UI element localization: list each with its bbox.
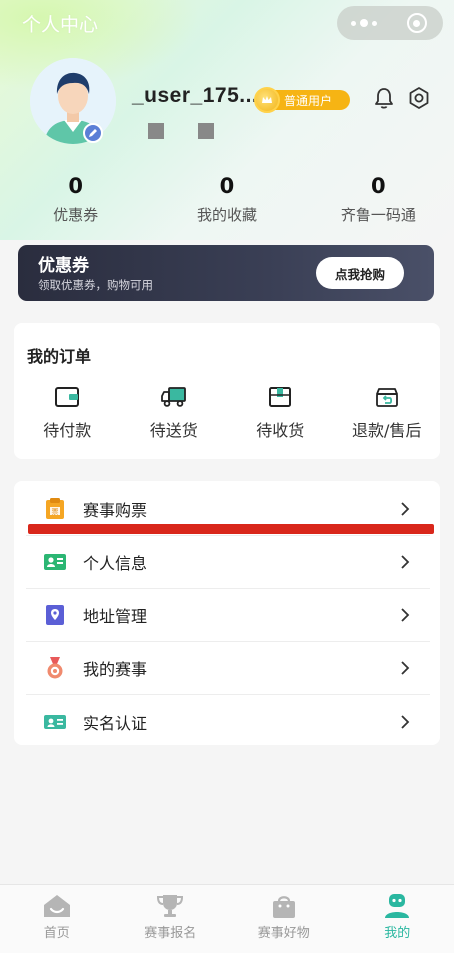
stat-label: 齐鲁一码通 xyxy=(340,206,416,224)
wallet-icon xyxy=(55,387,80,407)
highlight-annotation-line xyxy=(28,524,434,534)
miniprogram-capsule xyxy=(337,6,443,40)
coupon-title: 优惠券 xyxy=(38,256,89,276)
verify-card-icon xyxy=(43,710,67,734)
chevron-right-icon xyxy=(401,661,410,675)
tab-bar: 首页 赛事报名 赛事好物 我的 xyxy=(0,884,454,953)
orders-card: 我的订单 待付款 待送货 待收货 退款/售后 xyxy=(14,323,440,459)
more-icon[interactable] xyxy=(337,19,390,27)
member-level-label: 普通用户 xyxy=(272,90,350,110)
tab-label: 我的 xyxy=(384,926,411,941)
stat-value: 0 xyxy=(371,174,386,198)
stats-row: 0 优惠券 0 我的收藏 0 齐鲁一码通 xyxy=(0,172,454,232)
order-status-list: 待付款 待送货 待收货 退款/售后 xyxy=(14,385,440,441)
id-card-icon xyxy=(43,550,67,574)
stat-label: 优惠券 xyxy=(53,206,99,224)
menu-item-my-events[interactable]: 我的赛事 xyxy=(26,642,430,695)
chevron-right-icon xyxy=(401,714,410,729)
menu-item-address[interactable]: 地址管理 xyxy=(26,589,430,642)
truck-icon xyxy=(160,387,186,407)
stat-value: 0 xyxy=(68,174,83,198)
stat-label: 我的收藏 xyxy=(196,206,257,224)
stat-qilu-code[interactable]: 0 齐鲁一码通 xyxy=(303,172,454,232)
order-status-label: 待送货 xyxy=(149,421,198,440)
tab-event-goods[interactable]: 赛事好物 xyxy=(227,885,341,953)
stat-coupons[interactable]: 0 优惠券 xyxy=(0,172,151,232)
menu-item-personal-info[interactable]: 个人信息 xyxy=(26,536,430,589)
order-pending-delivery[interactable]: 待送货 xyxy=(121,385,228,441)
user-icon xyxy=(385,894,410,918)
member-level-badge: 普通用户 xyxy=(254,87,350,113)
order-status-label: 待付款 xyxy=(43,421,92,440)
order-pending-receipt[interactable]: 待收货 xyxy=(227,385,334,441)
tab-home[interactable]: 首页 xyxy=(0,885,114,953)
edit-avatar-icon[interactable] xyxy=(83,123,103,143)
refund-icon xyxy=(375,388,398,407)
shopping-bag-icon xyxy=(272,896,295,918)
tab-event-signup[interactable]: 赛事报名 xyxy=(114,885,228,953)
tab-mine[interactable]: 我的 xyxy=(341,885,454,953)
trophy-icon xyxy=(157,895,184,917)
crown-icon xyxy=(254,87,280,113)
bell-icon[interactable] xyxy=(373,86,395,110)
menu-item-label: 地址管理 xyxy=(83,607,148,626)
svg-text:票: 票 xyxy=(52,508,59,516)
stat-value: 0 xyxy=(219,174,235,198)
chevron-right-icon xyxy=(401,502,410,516)
page-title: 个人中心 xyxy=(22,14,99,36)
menu-list: 票 赛事购票 个人信息 地址管理 我的赛事 实名认证 xyxy=(14,481,440,745)
avatar[interactable] xyxy=(30,58,116,144)
username: _user_175... xyxy=(132,84,259,107)
coupon-banner[interactable]: 优惠券 领取优惠券，购物可用 点我抢购 xyxy=(18,245,434,301)
close-icon[interactable] xyxy=(390,13,443,33)
tab-label: 首页 xyxy=(43,926,70,941)
gear-icon[interactable] xyxy=(407,86,431,110)
orders-title: 我的订单 xyxy=(27,347,92,366)
menu-item-real-name-verify[interactable]: 实名认证 xyxy=(26,695,430,748)
grab-coupon-button[interactable]: 点我抢购 xyxy=(316,257,404,289)
menu-item-label: 我的赛事 xyxy=(83,660,148,679)
order-pending-payment[interactable]: 待付款 xyxy=(14,385,121,441)
location-icon xyxy=(43,603,67,627)
menu-item-label: 实名认证 xyxy=(83,713,148,733)
package-icon xyxy=(269,387,292,407)
coupon-subtitle: 领取优惠券，购物可用 xyxy=(38,278,153,292)
tab-label: 赛事好物 xyxy=(257,926,310,941)
menu-item-label: 个人信息 xyxy=(83,554,148,573)
chevron-right-icon xyxy=(401,608,410,622)
menu-item-label: 赛事购票 xyxy=(83,501,148,520)
tab-label: 赛事报名 xyxy=(144,926,197,941)
order-status-label: 退款/售后 xyxy=(352,421,422,440)
stat-favorites[interactable]: 0 我的收藏 xyxy=(151,172,302,232)
order-status-label: 待收货 xyxy=(256,421,305,440)
chevron-right-icon xyxy=(401,555,410,569)
ticket-icon: 票 xyxy=(43,497,67,521)
order-refund[interactable]: 退款/售后 xyxy=(334,385,441,441)
medal-icon xyxy=(43,656,67,680)
home-icon xyxy=(43,895,70,917)
